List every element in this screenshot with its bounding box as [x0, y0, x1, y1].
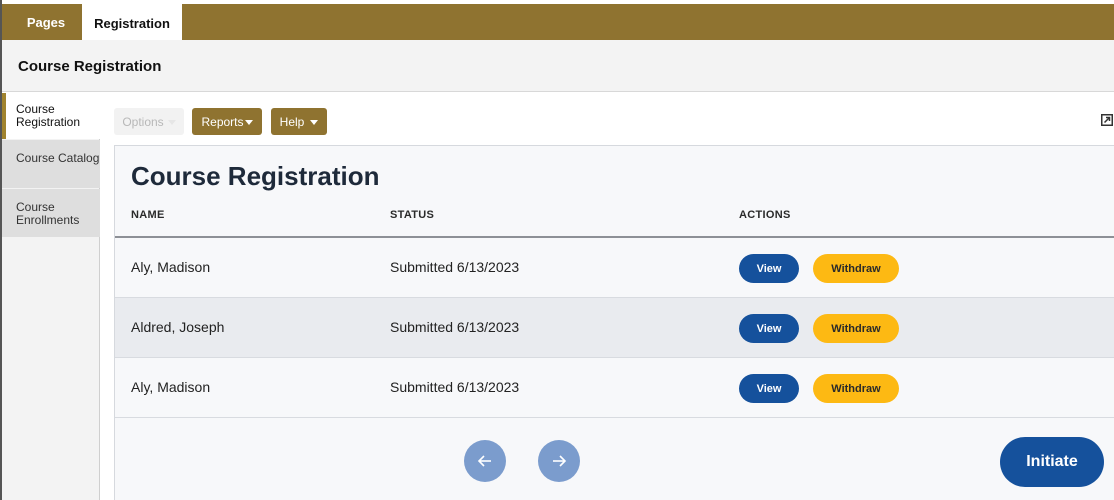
sidebar-item-course-enrollments[interactable]: Course Enrollments [2, 189, 100, 237]
table-row: Aly, Madison Submitted 6/13/2023 View Wi… [115, 358, 1114, 418]
reports-button[interactable]: Reports [192, 108, 262, 135]
chevron-down-icon [167, 119, 176, 125]
column-header-status: STATUS [390, 209, 435, 221]
view-button[interactable]: View [739, 374, 799, 403]
top-tab-bar: Pages Registration [2, 4, 1114, 40]
options-button[interactable]: Options [114, 108, 184, 135]
view-button[interactable]: View [739, 314, 799, 343]
row-name: Aldred, Joseph [131, 319, 225, 335]
sidebar: Course Registration Course Catalog Cours… [2, 93, 101, 500]
row-name: Aly, Madison [131, 259, 211, 275]
arrow-right-icon [553, 455, 567, 467]
arrow-left-icon [477, 455, 491, 467]
card-title: Course Registration [131, 161, 380, 191]
column-header-name: NAME [131, 209, 165, 221]
chevron-down-icon [310, 119, 319, 125]
table-row: Aly, Madison Submitted 6/13/2023 View Wi… [115, 238, 1114, 298]
row-status: Submitted 6/13/2023 [390, 319, 520, 335]
page-title: Course Registration [18, 58, 162, 75]
withdraw-button[interactable]: Withdraw [813, 374, 899, 403]
initiate-button[interactable]: Initiate [1000, 437, 1104, 487]
page-header: Course Registration [2, 40, 1114, 92]
reports-label: Reports [201, 114, 244, 129]
tab-registration[interactable]: Registration [82, 4, 182, 40]
next-page-button[interactable] [538, 440, 580, 482]
table-row: Aldred, Joseph Submitted 6/13/2023 View … [115, 298, 1114, 358]
withdraw-button[interactable]: Withdraw [813, 314, 899, 343]
external-link-icon[interactable] [1101, 114, 1113, 126]
sidebar-item-course-registration[interactable]: Course Registration [2, 93, 101, 139]
withdraw-button[interactable]: Withdraw [813, 254, 899, 283]
previous-page-button[interactable] [464, 440, 506, 482]
tab-pages[interactable]: Pages [14, 4, 78, 40]
column-header-actions: ACTIONS [739, 209, 791, 221]
row-name: Aly, Madison [131, 379, 211, 395]
view-button[interactable]: View [739, 254, 799, 283]
sidebar-item-course-catalog[interactable]: Course Catalog [2, 140, 100, 188]
help-button[interactable]: Help [271, 108, 327, 135]
row-status: Submitted 6/13/2023 [390, 259, 520, 275]
chevron-down-icon [244, 119, 253, 125]
row-status: Submitted 6/13/2023 [390, 379, 520, 395]
options-label: Options [122, 114, 164, 129]
help-label: Help [279, 114, 305, 129]
